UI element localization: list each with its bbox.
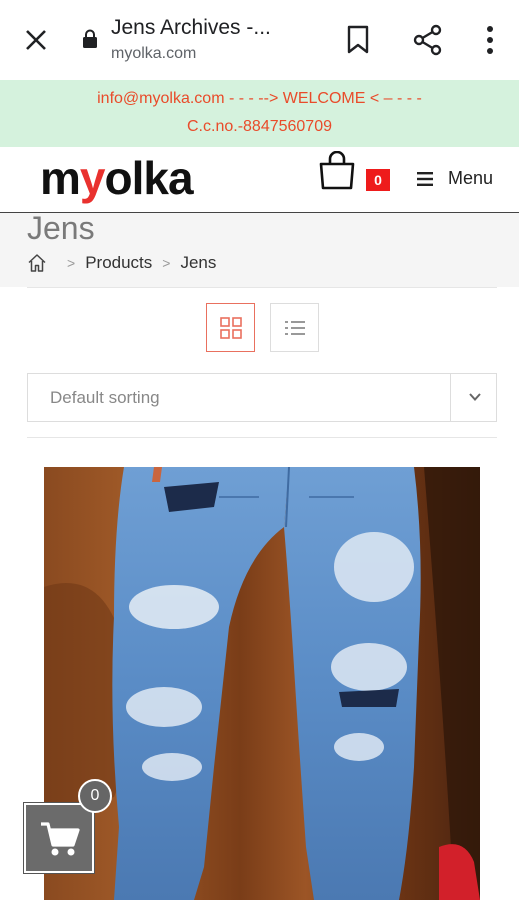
more-vert-icon[interactable]	[480, 24, 500, 56]
browser-toolbar: Jens Archives -... myolka.com	[0, 0, 519, 80]
list-view-button[interactable]	[270, 303, 319, 352]
announcement-banner: info@myolka.com - - - --> WELCOME < – - …	[0, 80, 519, 147]
home-icon[interactable]	[27, 253, 47, 273]
page-url[interactable]: myolka.com	[111, 45, 196, 63]
site-logo[interactable]: myolka	[40, 151, 194, 205]
cart-icon	[41, 822, 80, 856]
floating-cart-count: 0	[78, 779, 112, 813]
bookmark-icon[interactable]	[346, 25, 370, 55]
page-title: Jens	[27, 210, 95, 246]
lock-icon	[83, 29, 97, 48]
sorting-selected-value: Default sorting	[50, 388, 160, 407]
header-cart-count[interactable]: 0	[366, 169, 390, 191]
product-image[interactable]	[44, 467, 480, 900]
breadcrumb-separator: >	[162, 255, 171, 271]
list-view-icon	[285, 321, 305, 335]
divider	[27, 287, 497, 288]
breadcrumb-separator: >	[67, 255, 76, 271]
select-divider	[450, 374, 451, 421]
share-icon[interactable]	[413, 24, 443, 56]
divider	[27, 437, 497, 438]
breadcrumb-products[interactable]: Products	[85, 253, 152, 273]
breadcrumb: > Products > Jens	[27, 251, 216, 275]
breadcrumb-current: Jens	[180, 253, 217, 272]
product-photo-jeans	[44, 467, 480, 900]
floating-cart-button[interactable]	[24, 803, 94, 873]
grid-view-icon	[220, 317, 242, 339]
banner-email-welcome[interactable]: info@myolka.com - - - --> WELCOME < – - …	[0, 90, 519, 108]
grid-view-button[interactable]	[206, 303, 255, 352]
hamburger-menu-icon[interactable]	[417, 172, 433, 186]
site-header: myolka 0 Menu	[0, 147, 519, 213]
menu-button[interactable]: Menu	[448, 168, 493, 189]
page-title-band: Jens > Products > Jens	[0, 210, 519, 287]
chevron-down-icon[interactable]	[468, 391, 482, 403]
shopping-bag-icon[interactable]	[318, 151, 356, 191]
sorting-select[interactable]: Default sorting	[27, 373, 497, 422]
banner-contact-number: C.c.no.-8847560709	[187, 118, 332, 135]
tab-title[interactable]: Jens Archives -...	[111, 16, 271, 40]
close-icon[interactable]	[22, 26, 50, 54]
